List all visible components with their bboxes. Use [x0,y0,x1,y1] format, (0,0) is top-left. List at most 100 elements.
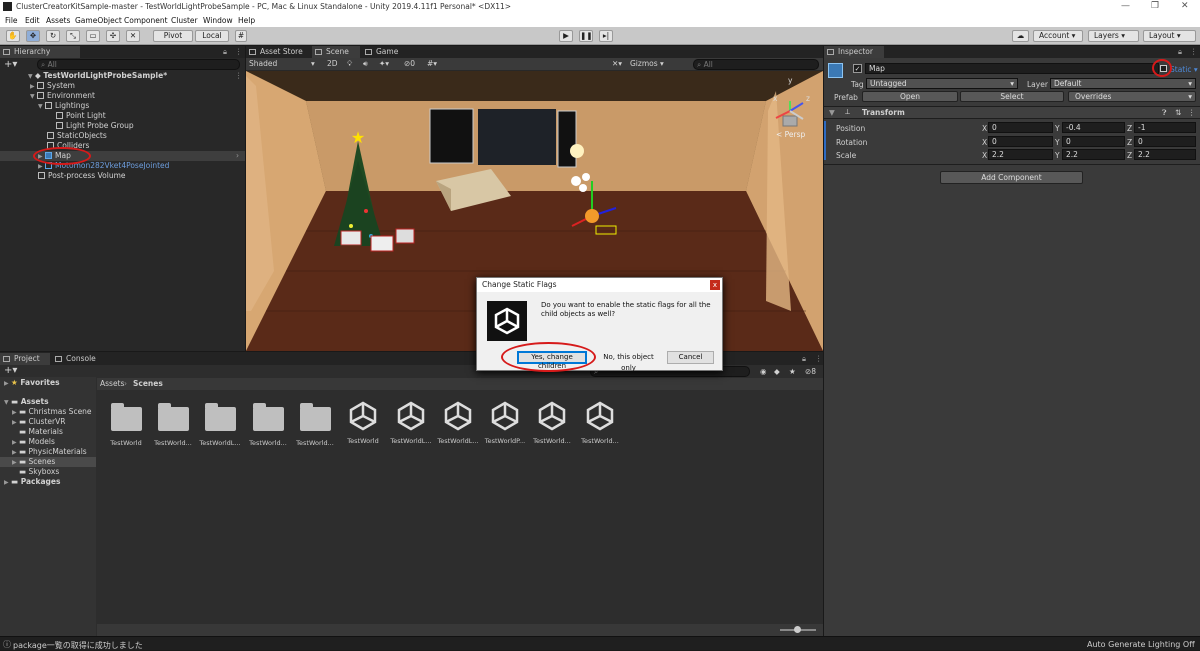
tree-folder-clustervr[interactable]: ▶ ▬ ClusterVR [12,417,65,427]
filter-type-icon[interactable]: ◉ [760,367,767,376]
panel-menu-icon[interactable]: ⋮ [815,354,823,363]
panel-menu-icon[interactable]: ⋮ [1190,47,1198,56]
menu-edit[interactable]: Edit [25,16,40,25]
layout-dropdown[interactable]: Layout ▾ [1143,30,1196,42]
tree-folder-skyboxs[interactable]: ▬ Skyboxs [12,467,59,477]
breadcrumb-assets[interactable]: Assets [100,379,124,388]
filter-label-icon[interactable]: ◆ [774,367,780,376]
dialog-close-icon[interactable]: x [710,280,720,290]
tree-folder-models[interactable]: ▶ ▬ Models [12,437,55,447]
tools-settings-icon[interactable]: ✕▾ [612,59,622,68]
step-icon[interactable]: ▸| [599,30,613,42]
asset-item[interactable]: TestWorldL... [388,401,434,445]
asset-item[interactable]: TestWorldL... [435,401,481,445]
rect-tool-icon[interactable]: ▭ [86,30,100,42]
rotation-x-field[interactable]: 0 [988,136,1053,147]
maximize-icon[interactable]: ❐ [1151,1,1159,11]
hierarchy-item-lightings[interactable]: ▼ Lightings [38,101,89,111]
tag-dropdown[interactable]: Untagged ▾ [866,78,1018,89]
no-this-object-only-button[interactable]: No, this object only [595,351,662,372]
hidden-packages-icon[interactable]: ⊘8 [805,367,816,376]
zoom-slider-handle[interactable] [794,626,801,633]
active-checkbox[interactable]: ✓ [853,64,862,73]
prefab-open-button[interactable]: Open [862,91,958,102]
rotation-z-field[interactable]: 0 [1134,136,1196,147]
lighting-status[interactable]: Auto Generate Lighting Off [1087,640,1195,649]
add-component-button[interactable]: Add Component [940,171,1083,184]
position-y-field[interactable]: -0.4 [1062,122,1125,133]
gizmos-dropdown[interactable]: Gizmos ▾ [630,59,686,68]
persp-label[interactable]: < Persp [776,130,805,139]
lighting-toggle-icon[interactable]: 💡︎ [347,59,352,69]
rotation-y-field[interactable]: 0 [1062,136,1125,147]
tab-asset-store[interactable]: Asset Store [246,46,308,58]
asset-item[interactable]: TestWorldP... [482,401,528,445]
lock-icon[interactable]: 🔒︎ [802,354,806,364]
asset-item[interactable]: TestWorld... [529,401,575,445]
tab-scene[interactable]: Scene [312,46,360,58]
lock-icon[interactable]: 🔒︎ [1178,47,1182,57]
shading-mode-dropdown[interactable]: Shaded ▾ [249,59,319,68]
asset-item[interactable]: TestWorld... [577,401,623,445]
layer-dropdown[interactable]: Default ▾ [1050,78,1196,89]
asset-item[interactable]: TestWorld... [150,403,196,447]
preset-icon[interactable]: ⇅ [1175,108,1181,117]
component-menu-icon[interactable]: ⋮ [1188,108,1196,117]
custom-tool-icon[interactable]: ✕ [126,30,140,42]
prefab-select-button[interactable]: Select [960,91,1064,102]
create-plus-icon[interactable]: +▾ [4,59,17,70]
cancel-button[interactable]: Cancel [667,351,714,364]
rotate-tool-icon[interactable]: ↻ [46,30,60,42]
tab-game[interactable]: Game [362,46,406,58]
tab-inspector[interactable]: Inspector [824,46,884,58]
tab-project[interactable]: Project [0,353,50,365]
hierarchy-item-post-process-volume[interactable]: Post-process Volume [38,171,126,181]
tree-folder-scenes[interactable]: ▶ ▬ Scenes [0,457,96,467]
menu-gameobject[interactable]: GameObject [75,16,122,25]
status-message[interactable]: package一覧の取得に成功しました [13,640,143,651]
scene-menu-icon[interactable]: ⋮ [235,71,243,80]
tab-console[interactable]: Console [52,353,102,365]
help-icon[interactable]: ❓︎ [1162,108,1167,118]
hidden-objects-icon[interactable]: ⊘0 [404,59,415,68]
tree-packages[interactable]: ▶ ▬ Packages [4,477,60,487]
menu-file[interactable]: File [5,16,18,25]
object-name-field[interactable]: Map [865,63,1159,74]
layers-dropdown[interactable]: Layers ▾ [1088,30,1139,42]
asset-item[interactable]: TestWorld... [292,403,338,447]
asset-item[interactable]: TestWorld [340,401,386,445]
tree-assets[interactable]: ▼ ▬ Assets [4,397,49,407]
local-button[interactable]: Local [195,30,229,42]
panel-menu-icon[interactable]: ⋮ [235,47,243,56]
lock-icon[interactable]: 🔒︎ [223,47,227,57]
position-z-field[interactable]: -1 [1134,122,1196,133]
scale-x-field[interactable]: 2.2 [988,149,1053,160]
create-plus-icon[interactable]: +▾ [4,365,17,376]
effects-dropdown-icon[interactable]: ✦▾ [379,59,389,68]
grid-toggle-icon[interactable]: #▾ [427,59,437,68]
move-tool-icon[interactable]: ✥ [26,30,40,42]
hierarchy-item-light-probe-group[interactable]: Light Probe Group [56,121,134,131]
tab-hierarchy[interactable]: Hierarchy [0,46,80,58]
menu-assets[interactable]: Assets [46,16,70,25]
pivot-button[interactable]: Pivot [153,30,193,42]
menu-component[interactable]: Component [124,16,168,25]
menu-help[interactable]: Help [238,16,255,25]
scale-y-field[interactable]: 2.2 [1062,149,1125,160]
position-x-field[interactable]: 0 [988,122,1053,133]
audio-toggle-icon[interactable]: 🔊︎ [363,59,368,69]
prefab-overrides-dropdown[interactable]: Overrides ▾ [1068,91,1196,102]
hierarchy-item-point-light[interactable]: Point Light [56,111,106,121]
tree-folder-materials[interactable]: ▬ Materials [12,427,63,437]
minimize-icon[interactable]: — [1121,1,1130,11]
breadcrumb-scenes[interactable]: Scenes [133,379,163,388]
tree-folder-physicmaterials[interactable]: ▶ ▬ PhysicMaterials [12,447,87,457]
hierarchy-item-static-objects[interactable]: StaticObjects [47,131,107,141]
close-window-icon[interactable]: ✕ [1181,1,1189,11]
toggle-2d-button[interactable]: 2D [327,59,338,68]
static-dropdown[interactable]: Static ▾ [1170,65,1198,74]
pause-icon[interactable]: ❚❚ [579,30,593,42]
favorite-star-icon[interactable]: ★ [789,367,796,376]
hierarchy-item-environment[interactable]: ▼ Environment [30,91,95,101]
scale-tool-icon[interactable]: ⤡ [66,30,80,42]
